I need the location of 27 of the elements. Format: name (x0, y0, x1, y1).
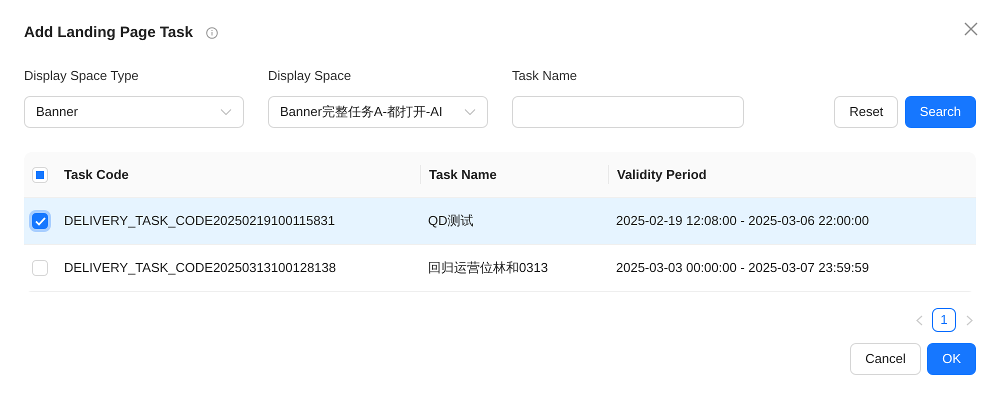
info-icon (206, 27, 218, 39)
column-header: Task Name (420, 164, 608, 184)
column-header: Validity Period (608, 164, 976, 184)
cancel-button[interactable]: Cancel (850, 343, 921, 375)
chevron-down-icon (220, 108, 232, 116)
column-header: Task Code (63, 166, 130, 184)
field-label: Display Space (268, 67, 352, 85)
field-label: Display Space Type (24, 67, 140, 85)
table-row[interactable]: DELIVERY_TASK_CODE20250313100128138 回归运营位林和0313 2025-03-03 00:00:00 - 2025-03-07 23:59:59 (24, 245, 976, 292)
dropdown-field[interactable]: Banner完整任务A-都打开-AI (268, 96, 488, 128)
reset-button[interactable]: Reset (834, 96, 898, 128)
table-cell-text: 2025-03-03 00:00:00 - 2025-03-07 23:59:59 (615, 259, 870, 278)
chevron-down-icon (464, 108, 476, 116)
table-cell-text: 2025-02-19 12:08:00 - 2025-03-06 22:00:00 (615, 212, 870, 230)
table-row[interactable]: DELIVERY_TASK_CODE20250219100115831 QD测试 2025-02-19 12:08:00 - 2025-03-06 22:00:00 (24, 198, 976, 245)
page-button[interactable]: 1 (932, 308, 956, 332)
dropdown-field[interactable]: Banner (24, 96, 244, 128)
dialog-title: Add Landing Page Task (24, 22, 193, 43)
input-field[interactable] (512, 96, 744, 128)
search-button[interactable]: Search (904, 96, 976, 128)
checkbox[interactable] (32, 213, 48, 229)
table-cell-text: 回归运营位林和0313 (427, 259, 549, 278)
table-cell-text: DELIVERY_TASK_CODE20250219100115831 (63, 212, 336, 230)
table-cell-text: DELIVERY_TASK_CODE20250313100128138 (63, 259, 337, 278)
table-cell-text: QD测试 (427, 212, 474, 230)
field-label: Task Name (512, 67, 578, 85)
ok-button[interactable]: OK (927, 343, 976, 375)
